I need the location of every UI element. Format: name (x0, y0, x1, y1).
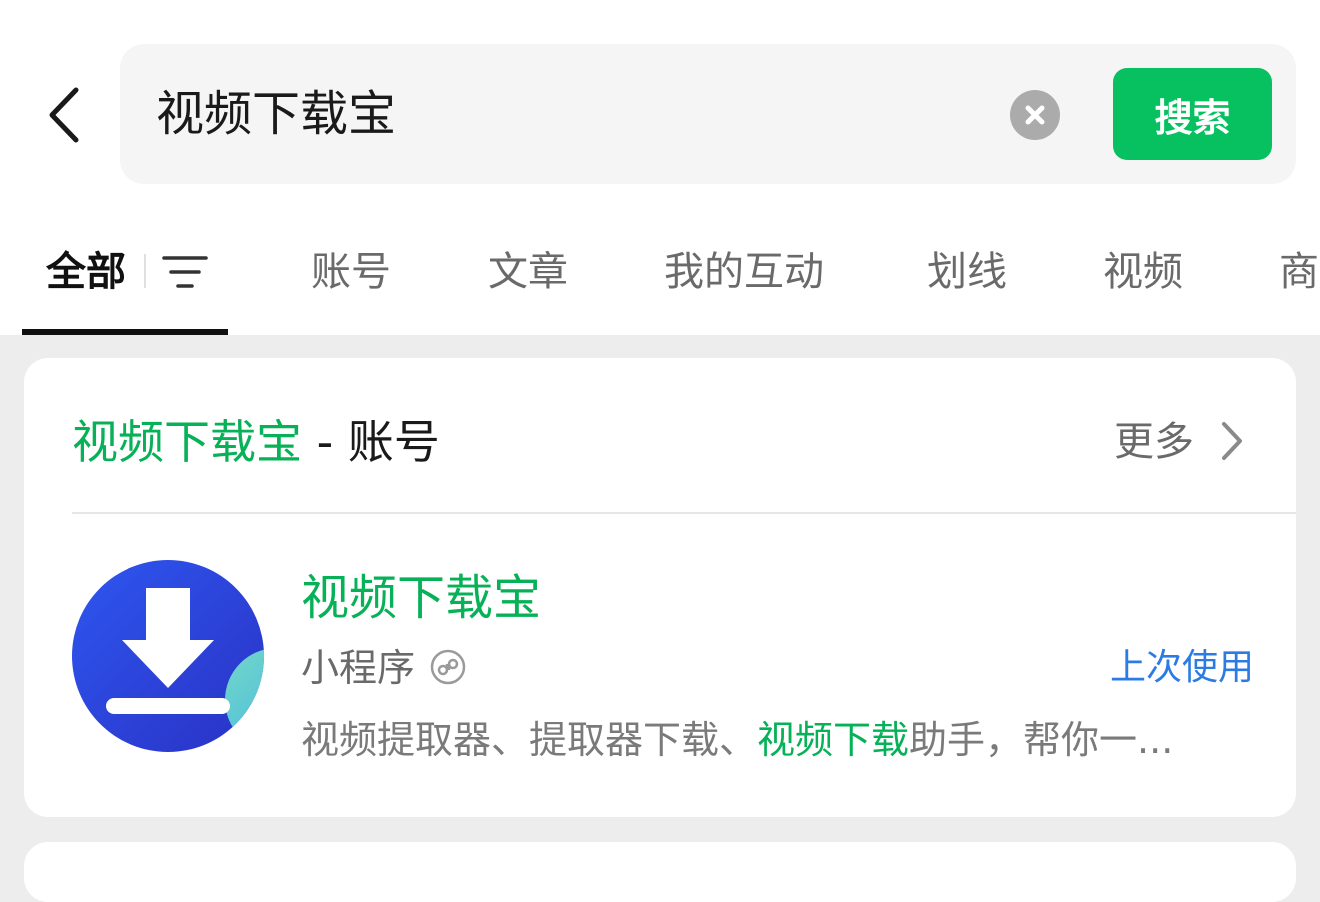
next-result-card (24, 842, 1296, 902)
download-app-icon[interactable] (72, 560, 264, 752)
tab-shop[interactable]: 商 (1279, 222, 1319, 322)
search-input[interactable]: 视频下载宝 搜索 (120, 44, 1296, 184)
app-name: 视频下载宝 (301, 570, 542, 626)
app-description: 视频提取器、提取器下载、视频下载助手，帮你一... (301, 712, 1173, 768)
section-title: 视频下载宝 - 账号 (72, 410, 440, 474)
app-type-label: 小程序 (301, 646, 416, 690)
desc-part2: 助手，帮你一... (909, 718, 1174, 762)
desc-part1: 视频提取器、提取器下载、 (301, 718, 758, 762)
tab-videos[interactable]: 视频 (1103, 222, 1183, 322)
section-title-highlight: 视频下载宝 (72, 415, 302, 469)
more-link[interactable]: 更多 (1114, 414, 1194, 470)
section-title-suffix: - 账号 (302, 415, 440, 469)
search-query-text: 视频下载宝 (156, 86, 397, 142)
active-tab-indicator (22, 329, 228, 335)
back-chevron-icon[interactable] (40, 80, 90, 150)
result-card: 视频下载宝 - 账号 更多 视频下载宝 小程序 上次使用 视频提取器、提取器下载… (24, 358, 1296, 817)
tab-all[interactable]: 全部 (46, 222, 126, 322)
tab-my-interactions[interactable]: 我的互动 (664, 222, 824, 322)
tab-accounts[interactable]: 账号 (311, 222, 391, 322)
header: 视频下载宝 搜索 全部 账号 文章 我的互动 划线 视频 商 (0, 0, 1320, 335)
tab-articles[interactable]: 文章 (488, 222, 568, 322)
mini-program-icon (430, 649, 466, 685)
search-button[interactable]: 搜索 (1113, 68, 1272, 160)
clear-search-button[interactable] (1010, 90, 1060, 140)
clear-icon (1025, 105, 1045, 125)
chevron-right-icon[interactable] (1218, 418, 1246, 464)
desc-highlight: 视频下载 (757, 718, 910, 762)
divider (72, 512, 1296, 514)
tab-bar: 全部 账号 文章 我的互动 划线 视频 商 (0, 222, 1320, 322)
tab-underlines[interactable]: 划线 (927, 222, 1007, 322)
recently-used-label: 上次使用 (1110, 647, 1255, 688)
filter-icon[interactable] (162, 252, 208, 292)
tab-divider (144, 254, 146, 288)
